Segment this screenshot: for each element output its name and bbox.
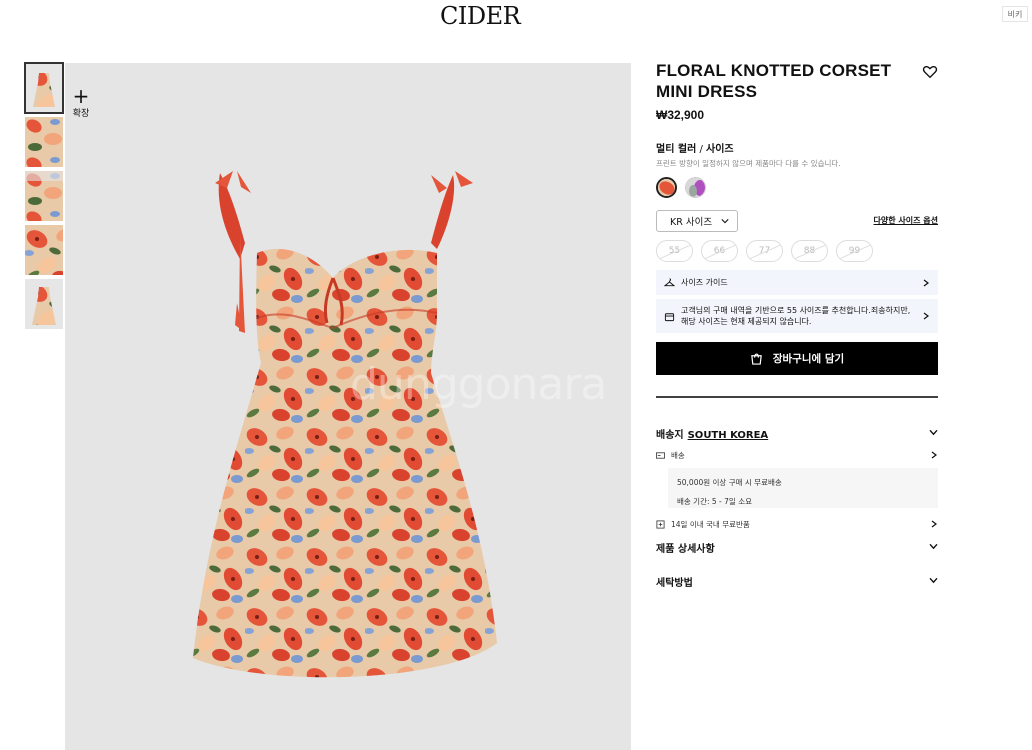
chevron-right-icon [923,312,929,320]
thumbnail-item[interactable] [25,279,63,329]
chevron-right-icon [931,520,937,528]
size-option[interactable]: 66 [701,240,738,262]
product-image[interactable]: dunggonara [65,63,631,750]
care-instructions-toggle[interactable]: 세탁방법 [656,574,938,589]
zoom-label: 확장 [72,109,90,119]
hanger-icon [664,278,675,287]
size-system-label: KR 사이즈 [670,217,713,228]
brand-logo[interactable]: CIDER [440,2,521,30]
plus-icon: + [72,84,90,108]
returns-row[interactable]: 14일 이내 국내 무료반품 [656,517,938,531]
size-options: 55 66 77 88 99 [656,240,938,262]
thumbnail-item[interactable] [24,62,64,114]
color-swatches [656,177,938,198]
product-details-toggle[interactable]: 제품 상세사항 [656,540,938,555]
add-to-cart-label: 장바구니에 담기 [772,353,845,365]
thumbnail-item[interactable] [25,225,63,275]
size-system-dropdown[interactable]: KR 사이즈 [656,210,738,232]
size-label: 사이즈 [706,144,734,155]
color-note: 프린트 방향이 일정하지 않으며 제품마다 다를 수 있습니다. [656,159,841,168]
section-divider [656,396,938,398]
chevron-right-icon [923,279,929,286]
size-recommendation-row[interactable]: 고객님의 구매 내역을 기반으로 55 사이즈를 추천합니다.죄송하지만, 해당… [656,299,938,333]
size-options-link[interactable]: 다양한 사이즈 옵션 [874,215,938,226]
chevron-down-icon [721,219,729,224]
thumbnail-item[interactable] [25,171,63,221]
return-box-icon [656,519,665,529]
color-size-heading: 멀티 컬러 / 사이즈 [656,140,938,155]
chevron-right-icon [931,451,937,459]
shipping-destination-toggle[interactable]: 배송지 SOUTH KOREA [656,426,938,441]
shipping-label: 배송지 [656,430,684,441]
chevron-down-icon [929,429,938,436]
delivery-period: 배송 기간: 5 - 7일 소요 [677,497,752,506]
package-icon [664,312,675,321]
product-title: FLORAL KNOTTED CORSET MINI DRESS [656,61,892,101]
shopping-bag-icon [751,353,762,365]
size-guide-row[interactable]: 사이즈 가이드 [656,270,938,295]
truck-icon [656,451,665,459]
size-option[interactable]: 88 [791,240,828,262]
label-separator: / [696,144,707,155]
shipping-details-box: 50,000원 이상 구매 시 무료배송 배송 기간: 5 - 7일 소요 [668,468,938,508]
swatch-multi-floral[interactable] [656,177,677,198]
heart-icon[interactable] [922,64,938,80]
zoom-button[interactable]: + 확장 [70,84,92,119]
corner-tab[interactable]: 비키 [1002,6,1028,22]
size-guide-label: 사이즈 가이드 [681,278,728,287]
size-option[interactable]: 99 [836,240,873,262]
delivery-row[interactable]: 배송 [656,448,938,462]
swatch-lilac-floral[interactable] [685,177,706,198]
care-label: 세탁방법 [656,578,693,589]
color-label: 멀티 컬러 [656,144,697,155]
returns-label: 14일 이내 국내 무료반품 [671,519,750,529]
product-price: ₩32,900 [656,108,705,122]
product-info: FLORAL KNOTTED CORSET MINI DRESS ₩32,900… [656,60,938,589]
chevron-down-icon [929,543,938,550]
shipping-country: SOUTH KOREA [687,430,769,441]
recommendation-text: 고객님의 구매 내역을 기반으로 55 사이즈를 추천합니다.죄송하지만, 해당… [681,306,911,326]
thumbnail-list [24,62,64,333]
free-shipping-note: 50,000원 이상 구매 시 무료배송 [677,478,782,487]
size-option[interactable]: 55 [656,240,693,262]
size-option[interactable]: 77 [746,240,783,262]
delivery-label: 배송 [671,450,685,460]
thumbnail-item[interactable] [25,117,63,167]
size-select-row: KR 사이즈 다양한 사이즈 옵션 [656,210,938,232]
add-to-cart-button[interactable]: 장바구니에 담기 [656,342,938,375]
product-details-label: 제품 상세사항 [656,544,715,555]
watermark-text: dunggonara [350,359,607,410]
chevron-down-icon [929,577,938,584]
